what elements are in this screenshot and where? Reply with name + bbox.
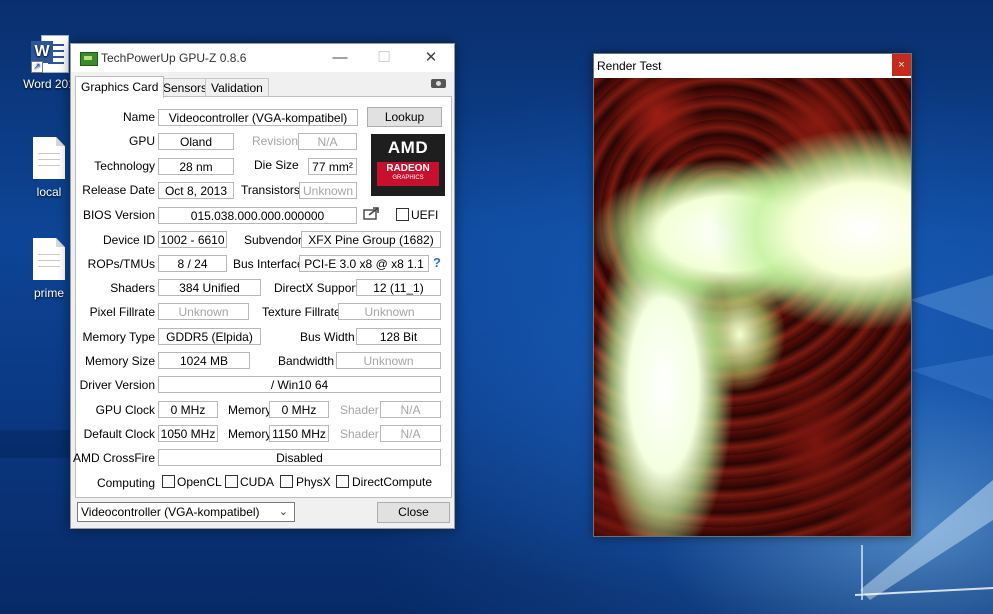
render-canvas — [594, 78, 911, 536]
close-button[interactable]: Close — [377, 502, 450, 523]
bus-width-field: 128 Bit — [356, 328, 441, 345]
uefi-checkbox[interactable] — [396, 208, 409, 221]
cuda-label: CUDA — [240, 475, 275, 489]
file-icon — [33, 137, 65, 179]
default-clock-field: 1050 MHz — [158, 425, 218, 442]
driver-version-label: Driver Version — [79, 378, 155, 392]
file-icon — [33, 238, 65, 280]
camera-icon[interactable] — [431, 79, 446, 88]
tab-validation[interactable]: Validation — [205, 78, 269, 97]
crossfire-field: Disabled — [158, 449, 441, 466]
release-date-label: Release Date — [82, 183, 155, 197]
transistors-field: Unknown — [299, 182, 357, 199]
gpuz-window: TechPowerUp GPU-Z 0.8.6 — ☐ ✕ Graphics C… — [70, 43, 455, 529]
release-date-field: Oct 8, 2013 — [158, 182, 234, 199]
graphics-card-panel: Name Videocontroller (VGA-kompatibel) Lo… — [72, 96, 452, 498]
subvendor-field: XFX Pine Group (1682) — [301, 231, 441, 248]
default-shader-field: N/A — [380, 425, 441, 442]
directcompute-label: DirectCompute — [352, 475, 433, 489]
technology-field: 28 nm — [158, 158, 234, 175]
gpu-shader-field: N/A — [380, 401, 441, 418]
die-size-label: Die Size — [254, 158, 299, 172]
share-icon[interactable] — [363, 206, 381, 220]
gpu-clock-label: GPU Clock — [95, 403, 155, 417]
memory-size-label: Memory Size — [84, 354, 155, 368]
rops-tmus-field: 8 / 24 — [158, 255, 227, 272]
device-id-label: Device ID — [102, 233, 155, 247]
close-window-button[interactable]: ✕ — [409, 44, 453, 72]
directx-field: 12 (11_1) — [356, 279, 441, 296]
gpu-label: GPU — [128, 134, 155, 148]
subvendor-label: Subvendor — [244, 233, 303, 247]
rops-tmus-label: ROPs/TMUs — [87, 257, 155, 271]
bus-interface-field: PCI-E 3.0 x8 @ x8 1.1 — [299, 255, 429, 272]
minimize-button[interactable]: — — [318, 44, 362, 72]
default-memory-label: Memory — [228, 427, 272, 441]
memory-type-field: GDDR5 (Elpida) — [158, 328, 261, 345]
opencl-label: OpenCL — [177, 475, 222, 489]
gpu-shader-label: Shader — [340, 403, 379, 417]
tab-graphics-card[interactable]: Graphics Card — [75, 76, 165, 98]
chevron-down-icon: ⌄ — [278, 506, 288, 518]
help-icon[interactable]: ? — [433, 255, 441, 270]
device-id-field: 1002 - 6610 — [158, 231, 227, 248]
shaders-label: Shaders — [110, 281, 155, 295]
amd-radeon-logo: AMD RADEON GRAPHICS — [371, 134, 445, 196]
default-clock-label: Default Clock — [83, 427, 155, 441]
pixel-fillrate-field: Unknown — [158, 303, 249, 320]
pixel-fillrate-label: Pixel Fillrate — [89, 305, 155, 319]
render-test-window: Render Test × — [593, 53, 912, 537]
gpu-field: Oland — [158, 133, 234, 150]
bios-version-label: BIOS Version — [82, 208, 155, 222]
crossfire-label: AMD CrossFire — [72, 451, 155, 465]
bandwidth-field: Unknown — [336, 352, 441, 369]
lookup-button[interactable]: Lookup — [367, 107, 442, 127]
gpu-memory-label: Memory — [228, 403, 272, 417]
uefi-label: UEFI — [411, 208, 439, 222]
bus-width-label: Bus Width — [300, 330, 355, 344]
physx-checkbox[interactable] — [280, 475, 293, 488]
default-memory-field: 1150 MHz — [269, 425, 329, 442]
default-shader-label: Shader — [340, 427, 379, 441]
name-field: Videocontroller (VGA-kompatibel) — [158, 109, 358, 126]
technology-label: Technology — [94, 159, 155, 173]
gpu-selector-value: Videocontroller (VGA-kompatibel) — [81, 505, 260, 519]
memory-type-label: Memory Type — [82, 330, 155, 344]
gpu-memory-field: 0 MHz — [269, 401, 329, 418]
gpu-card-icon — [80, 52, 98, 66]
directx-label: DirectX Support — [274, 281, 359, 295]
window-title: TechPowerUp GPU-Z 0.8.6 — [101, 51, 247, 65]
bus-interface-label: Bus Interface — [233, 257, 304, 271]
cuda-checkbox[interactable] — [225, 475, 238, 488]
name-label: Name — [122, 110, 155, 124]
gpuz-titlebar[interactable]: TechPowerUp GPU-Z 0.8.6 — ☐ ✕ — [71, 44, 454, 72]
driver-version-field: / Win10 64 — [158, 376, 441, 393]
texture-fillrate-field: Unknown — [338, 303, 441, 320]
opencl-checkbox[interactable] — [162, 475, 175, 488]
memory-size-field: 1024 MB — [158, 352, 250, 369]
word-icon: W ↗ — [31, 35, 69, 73]
revision-label: Revision — [252, 134, 299, 148]
revision-field: N/A — [298, 133, 357, 150]
gpu-selector-dropdown[interactable]: Videocontroller (VGA-kompatibel) ⌄ — [77, 502, 295, 522]
gpu-clock-field: 0 MHz — [158, 401, 218, 418]
bandwidth-label: Bandwidth — [278, 354, 335, 368]
directcompute-checkbox[interactable] — [336, 475, 349, 488]
render-test-close-button[interactable]: × — [892, 54, 911, 76]
texture-fillrate-label: Texture Fillrate — [262, 305, 341, 319]
computing-label: Computing — [96, 476, 155, 490]
render-test-title: Render Test — [597, 59, 662, 73]
die-size-field: 77 mm² — [308, 158, 357, 175]
physx-label: PhysX — [296, 475, 331, 489]
bios-version-field: 015.038.000.000.000000 — [158, 207, 357, 224]
maximize-button[interactable]: ☐ — [362, 44, 406, 72]
transistors-label: Transistors — [241, 183, 300, 197]
render-test-titlebar[interactable]: Render Test × — [594, 54, 911, 78]
shaders-field: 384 Unified — [158, 279, 261, 296]
